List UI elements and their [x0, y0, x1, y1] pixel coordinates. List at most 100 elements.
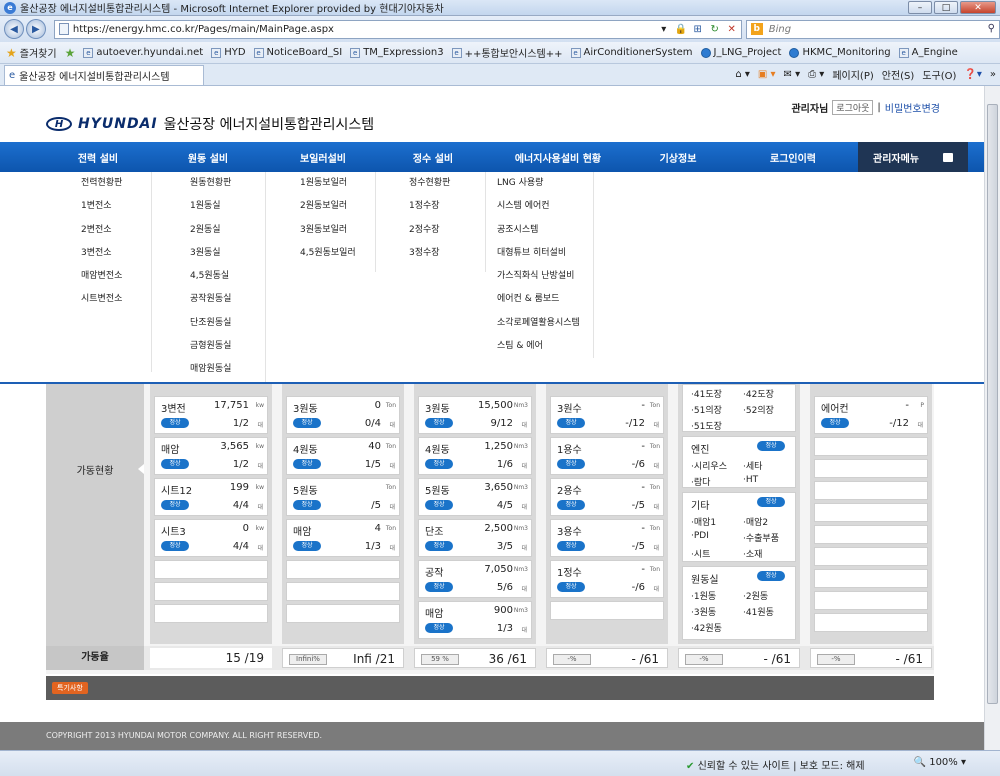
favorite-link[interactable]: e autoever.hyundai.net — [83, 47, 203, 58]
status-cell[interactable]: 2용수 - Ton 정상 -/5 대 — [550, 478, 664, 516]
favorite-link[interactable]: e TM_Expression3 — [350, 47, 444, 58]
menu-boiler[interactable]: 보일러설비 — [268, 142, 378, 172]
logout-button[interactable]: 로그아웃 — [832, 100, 874, 115]
dropdown-item[interactable]: 금형원동실 — [190, 335, 265, 358]
refresh-icon[interactable]: ↻ — [708, 23, 722, 36]
dropdown-item[interactable]: 3원동실 — [190, 242, 265, 265]
more-icon[interactable]: » — [990, 69, 996, 80]
dropdown-item[interactable]: 3정수장 — [409, 242, 485, 265]
logo[interactable]: H HYUNDAI 울산공장 에너지설비통합관리시스템 — [46, 114, 374, 134]
dropdown-item[interactable]: 매암변전소 — [81, 265, 151, 288]
status-cell[interactable]: 5원동 3,650 Nm3 정상 4/5 대 — [418, 478, 532, 516]
menu-utility[interactable]: 원동 설비 — [148, 142, 268, 172]
page-menu[interactable]: 페이지(P) — [832, 67, 873, 82]
dropdown-item[interactable]: 에어컨 & 룸보드 — [497, 288, 593, 311]
favorite-link[interactable]: J_LNG_Project — [700, 47, 781, 58]
dropdown-item[interactable]: 2정수장 — [409, 219, 485, 242]
dropdown-item[interactable]: 소각로폐열활용시스템 — [497, 312, 593, 335]
status-cell[interactable]: 1정수 - Ton 정상 -/6 대 — [550, 560, 664, 598]
status-cell[interactable]: 3원동 15,500 Nm3 정상 9/12 대 — [418, 396, 532, 434]
dropdown-item[interactable]: 매암원동실 — [190, 358, 265, 381]
add-favorite-icon[interactable]: ★ — [65, 46, 76, 60]
menu-weather[interactable]: 기상정보 — [628, 142, 728, 172]
status-cell[interactable]: 1용수 - Ton 정상 -/6 대 — [550, 437, 664, 475]
group-engine[interactable]: 엔진 정상 ·시리우스 ·세타 ·람다 ·HT — [682, 436, 796, 488]
status-cell[interactable]: 3변전 17,751 kw 정상 1/2 대 — [154, 396, 268, 434]
mail-icon[interactable]: ✉ ▾ — [784, 69, 801, 80]
home-icon[interactable]: ⌂ ▾ — [735, 69, 750, 80]
status-cell[interactable]: 3원동 0 Ton 정상 0/4 대 — [286, 396, 400, 434]
compat-icon[interactable]: ⊞ — [691, 23, 705, 36]
group-etc[interactable]: 기타 정상 ·매암1 ·매암2 ·PDI ·수출부품 ·시트 ·소재 — [682, 492, 796, 562]
browser-tab[interactable]: e 울산공장 에너지설비통합관리시스템 — [4, 64, 204, 85]
menu-login-history[interactable]: 로그인이력 — [728, 142, 858, 172]
dropdown-item[interactable]: 2변전소 — [81, 219, 151, 242]
status-cell[interactable]: 공작 7,050 Nm3 정상 5/6 대 — [418, 560, 532, 598]
status-cell[interactable]: 단조 2,500 Nm3 정상 3/5 대 — [418, 519, 532, 557]
dropdown-item[interactable]: 3변전소 — [81, 242, 151, 265]
dropdown-item[interactable]: 단조원동실 — [190, 312, 265, 335]
help-icon[interactable]: ❓▾ — [964, 69, 981, 80]
favorite-link[interactable]: e ++통합보안시스템++ — [451, 45, 563, 60]
stop-icon[interactable]: ✕ — [725, 23, 739, 36]
dropdown-item[interactable]: 공조시스템 — [497, 219, 593, 242]
minimize-button[interactable]: – — [908, 1, 932, 14]
status-cell[interactable]: 매암 3,565 kw 정상 1/2 대 — [154, 437, 268, 475]
search-input[interactable]: b Bing ⚲ — [745, 19, 1000, 39]
vertical-scrollbar[interactable] — [984, 86, 1000, 750]
dropdown-item[interactable]: 스팀 & 에어 — [497, 335, 593, 358]
status-cell[interactable]: 매암 4 Ton 정상 1/3 대 — [286, 519, 400, 557]
status-cell[interactable]: 에어컨 - P 정상 -/12 대 — [814, 396, 928, 434]
forward-button[interactable]: ▶ — [25, 19, 46, 39]
favorite-link[interactable]: e NoticeBoard_SI — [253, 47, 342, 58]
status-cell[interactable]: 시트12 199 kw 정상 4/4 대 — [154, 478, 268, 516]
status-cell[interactable]: 4원동 40 Ton 정상 1/5 대 — [286, 437, 400, 475]
group-utility-room[interactable]: 원동실 정상 ·1원동 ·2원동 ·3원동 ·41원동 ·42원동 — [682, 566, 796, 640]
dropdown-item[interactable]: 시스템 에어컨 — [497, 195, 593, 218]
search-icon[interactable]: ⚲ — [988, 23, 995, 34]
favorite-link[interactable]: e HYD — [211, 47, 246, 58]
menu-power[interactable]: 전력 설비 — [48, 142, 148, 172]
status-cell[interactable]: 5원동 Ton 정상/5 대 — [286, 478, 400, 516]
dropdown-item[interactable]: 3원동보일러 — [300, 219, 375, 242]
dropdown-item[interactable]: 4,5원동실 — [190, 265, 265, 288]
address-bar[interactable]: https://energy.hmc.co.kr/Pages/main/Main… — [53, 19, 742, 39]
favorite-link[interactable]: HKMC_Monitoring — [789, 47, 891, 58]
dropdown-item[interactable]: 가스직화식 난방설비 — [497, 265, 593, 288]
dropdown-item[interactable]: 1원동실 — [190, 195, 265, 218]
status-cell[interactable]: 3원수 - Ton 정상 -/12 대 — [550, 396, 664, 434]
status-cell[interactable]: 시트3 0 kw 정상 4/4 대 — [154, 519, 268, 557]
dropdown-item[interactable]: 공작원동실 — [190, 288, 265, 311]
menu-admin[interactable]: 관리자메뉴 — [858, 142, 968, 172]
dropdown-item[interactable]: 대형튜브 히터설비 — [497, 242, 593, 265]
change-password-link[interactable]: 비밀번호변경 — [885, 100, 940, 115]
dropdown-item[interactable]: 전력현황판 — [81, 172, 151, 195]
safety-menu[interactable]: 안전(S) — [882, 67, 915, 82]
print-icon[interactable]: ⎙ ▾ — [808, 69, 824, 80]
feeds-icon[interactable]: ▣ ▾ — [758, 69, 776, 80]
dropdown-item[interactable]: 2원동실 — [190, 219, 265, 242]
dropdown-item[interactable]: 시트변전소 — [81, 288, 151, 311]
group-paint[interactable]: ·41도장 ·42도장 ·51의장 ·52의장 ·51도장 — [682, 384, 796, 432]
scrollbar-thumb[interactable] — [987, 104, 998, 704]
tools-menu[interactable]: 도구(O) — [922, 67, 956, 82]
dropdown-item[interactable]: LNG 사용량 — [497, 172, 593, 195]
dropdown-item[interactable]: 1변전소 — [81, 195, 151, 218]
dropdown-item[interactable]: 원동현황판 — [190, 172, 265, 195]
menu-energy-equipment[interactable]: 에너지사용설비 현황 — [488, 142, 628, 172]
menu-water[interactable]: 정수 설비 — [378, 142, 488, 172]
dropdown-icon[interactable]: ▾ — [657, 23, 671, 36]
status-cell[interactable]: 3용수 - Ton 정상 -/5 대 — [550, 519, 664, 557]
special-notes-button[interactable]: 특기사항 — [52, 682, 88, 694]
dropdown-item[interactable]: 정수현황판 — [409, 172, 485, 195]
dropdown-item[interactable]: 2원동보일러 — [300, 195, 375, 218]
close-button[interactable]: ✕ — [960, 1, 996, 14]
back-button[interactable]: ◀ — [4, 19, 24, 39]
dropdown-item[interactable]: 4,5원동보일러 — [300, 242, 375, 265]
status-cell[interactable]: 매암 900 Nm3 정상 1/3 대 — [418, 601, 532, 639]
favorite-link[interactable]: e A_Engine — [898, 47, 958, 58]
maximize-button[interactable]: □ — [934, 1, 958, 14]
dropdown-item[interactable]: 1원동보일러 — [300, 172, 375, 195]
status-cell[interactable]: 4원동 1,250 Nm3 정상 1/6 대 — [418, 437, 532, 475]
favorites-button[interactable]: ★ 즐겨찾기 — [6, 45, 57, 61]
